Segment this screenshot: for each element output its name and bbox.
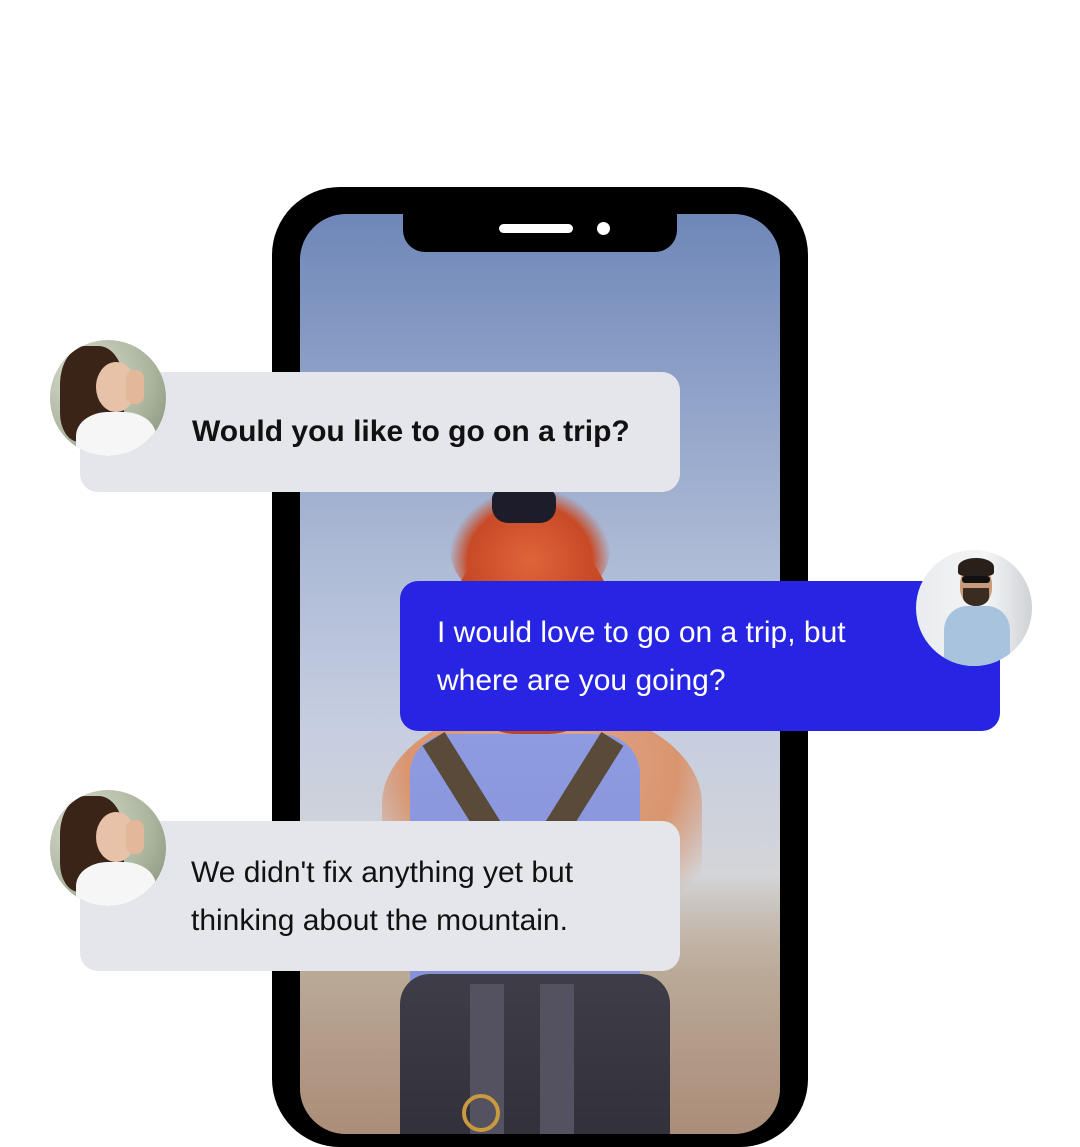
- camera-icon: [597, 222, 610, 235]
- chat-bubble-received: Would you like to go on a trip?: [80, 372, 680, 492]
- chat-bubble-sent: I would love to go on a trip, but where …: [400, 581, 1000, 731]
- message-text: Would you like to go on a trip?: [192, 415, 630, 448]
- backpack: [400, 974, 670, 1134]
- woman-avatar: [50, 340, 166, 456]
- message-text: We didn't fix anything yet but thinking …: [191, 856, 574, 937]
- speaker-icon: [499, 224, 573, 233]
- phone-notch: [403, 214, 677, 252]
- woman-avatar: [50, 790, 166, 906]
- chat-bubble-received: We didn't fix anything yet but thinking …: [80, 821, 680, 971]
- man-avatar: [916, 550, 1032, 666]
- message-text: I would love to go on a trip, but where …: [437, 616, 846, 697]
